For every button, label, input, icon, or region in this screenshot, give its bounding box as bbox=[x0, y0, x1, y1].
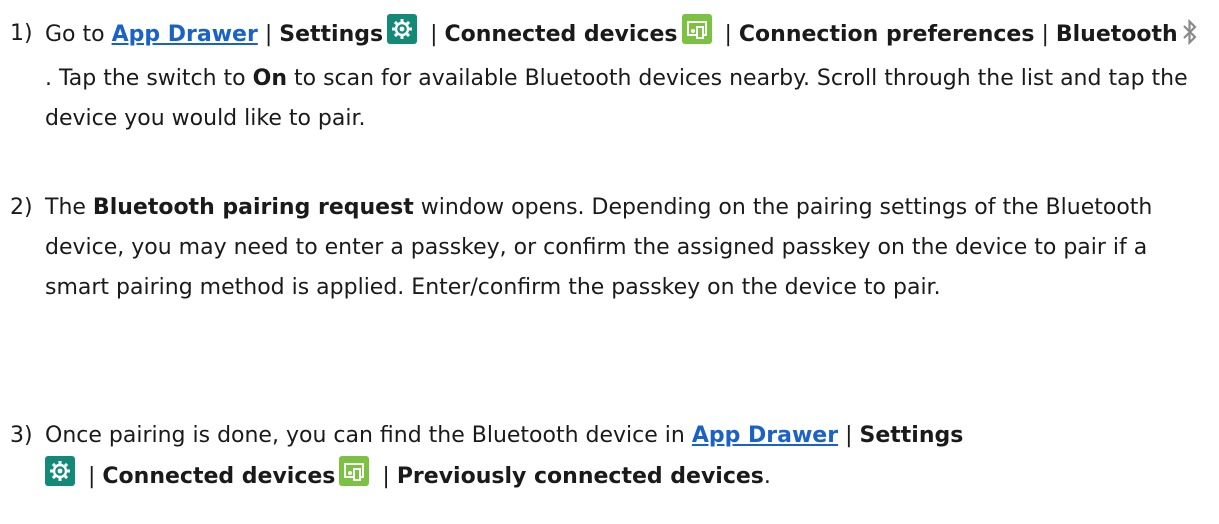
step-number: 3) bbox=[10, 423, 33, 448]
pairing-request-label: Bluetooth pairing request bbox=[92, 195, 414, 220]
separator: | bbox=[257, 22, 280, 47]
connected-devices-label: Connected devices bbox=[444, 22, 678, 47]
step-text: Go to App Drawer | Settings | Connected … bbox=[45, 14, 1200, 139]
connected-devices-icon bbox=[339, 456, 370, 486]
text-run: . Tap the switch to bbox=[45, 66, 253, 91]
app-drawer-link[interactable]: App Drawer bbox=[692, 423, 838, 448]
previously-connected-devices-label: Previously connected devices bbox=[396, 464, 764, 489]
step-text: The Bluetooth pairing request window ope… bbox=[45, 188, 1200, 308]
settings-label: Settings bbox=[279, 22, 384, 47]
separator: | bbox=[717, 22, 739, 47]
step-number: 1) bbox=[10, 21, 33, 46]
bluetooth-icon bbox=[1182, 18, 1198, 59]
on-label: On bbox=[252, 66, 287, 91]
separator: | bbox=[838, 423, 860, 448]
separator: | bbox=[81, 464, 103, 489]
settings-label: Settings bbox=[859, 423, 964, 448]
step-3: 3) Once pairing is done, you can find th… bbox=[0, 416, 1200, 497]
text-run: . bbox=[763, 464, 771, 489]
instructions-document: 1) Go to App Drawer | Settings | Connect… bbox=[0, 0, 1219, 524]
text-run: Go to bbox=[45, 22, 112, 47]
settings-gear-icon bbox=[45, 456, 75, 486]
connected-devices-icon bbox=[681, 14, 712, 44]
text-run: The bbox=[45, 195, 93, 220]
settings-gear-icon bbox=[387, 14, 418, 44]
separator: | bbox=[423, 22, 445, 47]
connected-devices-label: Connected devices bbox=[102, 464, 336, 489]
text-run: Once pairing is done, you can find the B… bbox=[45, 423, 692, 448]
bluetooth-label: Bluetooth bbox=[1055, 22, 1178, 47]
connection-preferences-label: Connection preferences bbox=[738, 22, 1035, 47]
step-1: 1) Go to App Drawer | Settings | Connect… bbox=[0, 14, 1200, 139]
separator: | bbox=[1034, 22, 1056, 47]
app-drawer-link[interactable]: App Drawer bbox=[112, 22, 258, 47]
separator: | bbox=[375, 464, 397, 489]
step-text: Once pairing is done, you can find the B… bbox=[45, 416, 1200, 497]
step-number: 2) bbox=[10, 195, 33, 220]
step-2: 2) The Bluetooth pairing request window … bbox=[0, 188, 1200, 308]
